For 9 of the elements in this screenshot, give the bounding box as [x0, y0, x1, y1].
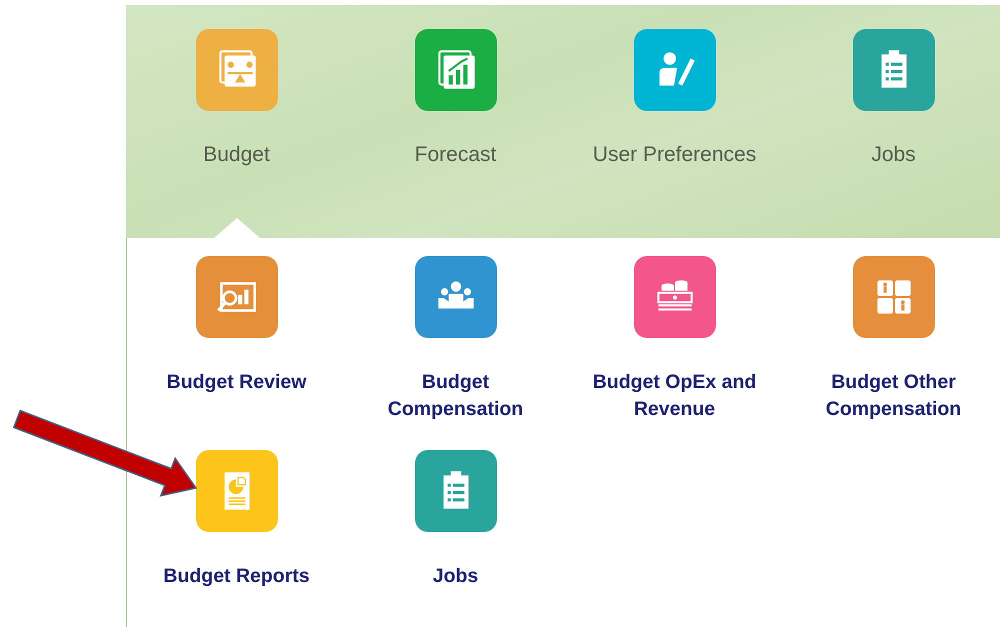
nav-tile[interactable]: Forecast: [346, 5, 565, 238]
app-tile[interactable]: Budget Review: [127, 256, 346, 423]
app-tile[interactable]: Jobs: [346, 450, 565, 590]
app-tile[interactable]: Budget OpEx and Revenue: [565, 256, 784, 423]
nav-tile[interactable]: Budget: [127, 5, 346, 238]
nav-tile[interactable]: Jobs: [784, 5, 1000, 238]
app-tile[interactable]: Budget Compensation: [346, 256, 565, 423]
nav-tile[interactable]: User Preferences: [565, 5, 784, 238]
app-tile[interactable]: Budget Other Compensation: [784, 256, 1000, 423]
